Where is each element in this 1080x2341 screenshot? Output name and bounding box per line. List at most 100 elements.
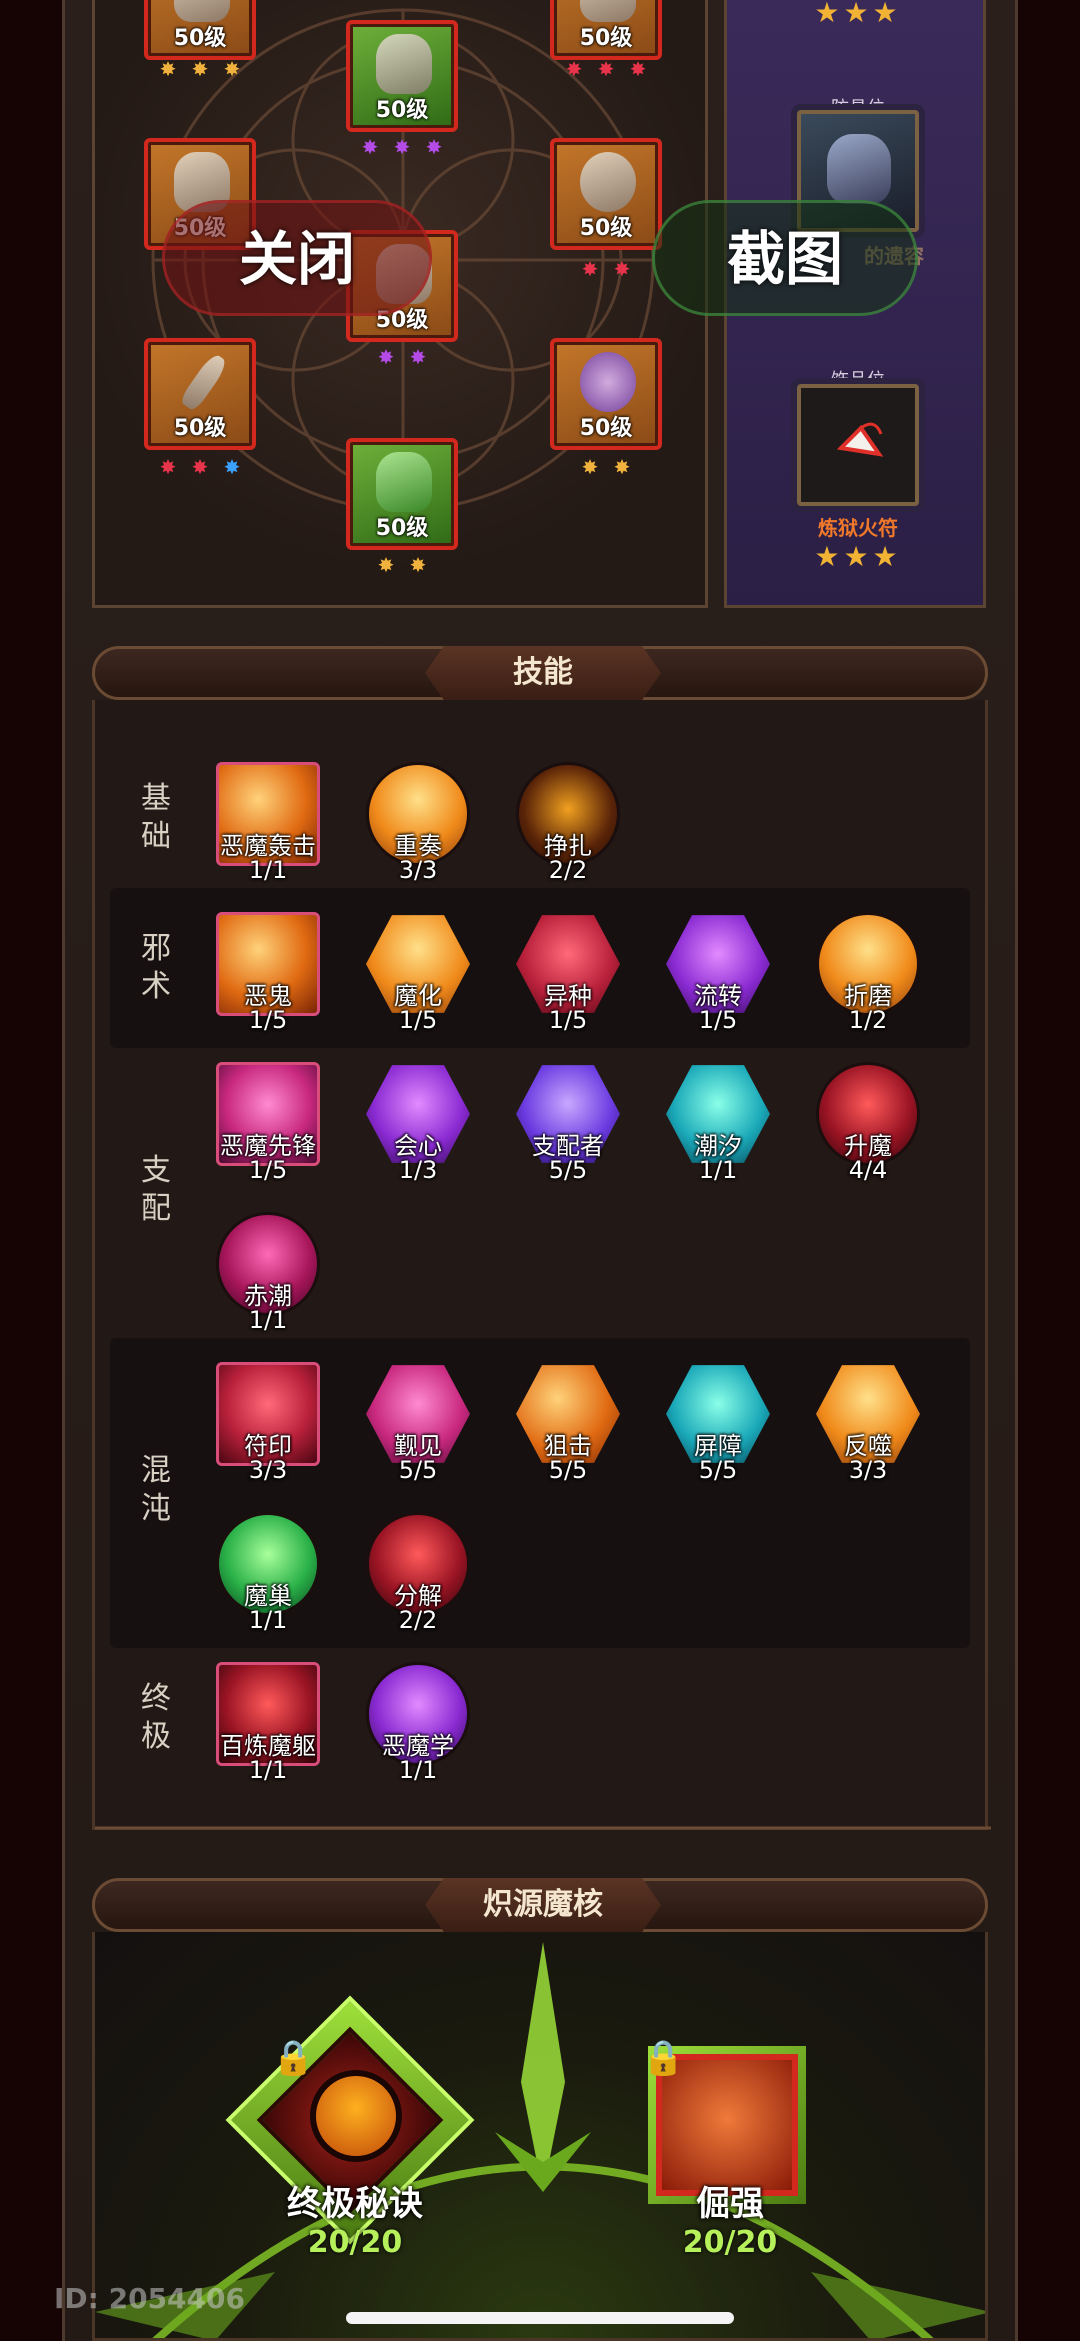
item-level: 50级 bbox=[375, 516, 429, 541]
skill-1-1[interactable]: 魔化 1/5 bbox=[356, 912, 476, 1042]
accessory-slot[interactable] bbox=[797, 384, 919, 506]
skill-4-1[interactable]: 恶魔学 1/1 bbox=[356, 1662, 476, 1792]
orb-icon bbox=[580, 352, 636, 412]
lock-icon: 🔒 bbox=[272, 2038, 315, 2078]
rating-stars: ★★★ bbox=[814, 540, 902, 573]
skill-1-3[interactable]: 流转 1/5 bbox=[656, 912, 776, 1042]
equipment-item-7[interactable]: 50级 bbox=[144, 338, 256, 450]
gem-row-2: ✸ ✸ ✸ bbox=[550, 56, 662, 86]
home-indicator[interactable] bbox=[346, 2312, 734, 2324]
core-node-count: 20/20 bbox=[307, 2225, 403, 2260]
gem-icon: ✸ bbox=[613, 257, 631, 281]
gem-icon: ✸ bbox=[425, 135, 443, 159]
skull-emblem-icon bbox=[316, 2076, 396, 2156]
talisman-icon bbox=[831, 414, 889, 472]
core-node-count: 20/20 bbox=[682, 2225, 778, 2260]
screenshot-button[interactable]: 截图 bbox=[652, 200, 918, 316]
skill-3-0[interactable]: 符印 3/3 bbox=[206, 1362, 326, 1492]
skill-count: 1/1 bbox=[248, 1756, 288, 1784]
skill-count: 3/3 bbox=[848, 1456, 888, 1484]
gem-row-3: ✸ ✸ ✸ bbox=[346, 134, 458, 164]
skill-1-0[interactable]: 恶鬼 1/5 bbox=[206, 912, 326, 1042]
core-decoration bbox=[95, 1942, 985, 2338]
skill-count: 1/5 bbox=[548, 1006, 588, 1034]
skill-2-5[interactable]: 赤潮 1/1 bbox=[206, 1212, 326, 1342]
skill-0-1[interactable]: 重奏 3/3 bbox=[356, 762, 476, 892]
skill-0-2[interactable]: 挣扎 2/2 bbox=[506, 762, 626, 892]
skill-3-1[interactable]: 觐见 5/5 bbox=[356, 1362, 476, 1492]
gem-row-7: ✸ ✸ ✸ bbox=[144, 454, 256, 484]
skill-3-5[interactable]: 魔巢 1/1 bbox=[206, 1512, 326, 1642]
skill-count: 1/1 bbox=[698, 1156, 738, 1184]
item-level: 50级 bbox=[173, 416, 227, 441]
gem-icon: ✸ bbox=[581, 455, 599, 479]
skill-3-6[interactable]: 分解 2/2 bbox=[356, 1512, 476, 1642]
accessory-slot-name: 炼狱火符 bbox=[818, 516, 898, 540]
close-button[interactable]: 关闭 bbox=[162, 200, 432, 316]
skill-2-4[interactable]: 升魔 4/4 bbox=[806, 1062, 926, 1192]
category-label-chaos: 混沌 bbox=[141, 1453, 171, 1526]
gem-row-9: ✸ ✸ bbox=[346, 552, 458, 582]
ring-icon bbox=[580, 152, 636, 212]
skill-4-0[interactable]: 百炼魔躯 1/1 bbox=[206, 1662, 326, 1792]
skill-count: 1/3 bbox=[398, 1156, 438, 1184]
skill-0-0[interactable]: 恶魔轰击 1/1 bbox=[206, 762, 326, 892]
skill-2-3[interactable]: 潮汐 1/1 bbox=[656, 1062, 776, 1192]
category-label-heresy: 邪术 bbox=[141, 931, 171, 1004]
core-node-stubborn: 倔强 20/20 bbox=[620, 2176, 840, 2260]
core-node-name: 终极秘诀 bbox=[287, 2184, 423, 2224]
equipment-item-5[interactable]: 50级 bbox=[550, 138, 662, 250]
boots-icon bbox=[376, 452, 432, 512]
gem-icon: ✸ bbox=[223, 57, 241, 81]
skill-count: 1/5 bbox=[248, 1006, 288, 1034]
relic-icon bbox=[827, 134, 891, 204]
equipment-item-8[interactable]: 50级 bbox=[550, 338, 662, 450]
skill-2-1[interactable]: 会心 1/3 bbox=[356, 1062, 476, 1192]
category-label-ultimate: 终极 bbox=[141, 1681, 171, 1754]
core-panel bbox=[92, 1932, 988, 2341]
skill-count: 1/5 bbox=[398, 1006, 438, 1034]
equipment-item-3[interactable]: 50级 bbox=[346, 20, 458, 132]
gem-icon: ✸ bbox=[361, 135, 379, 159]
equipment-item-1[interactable]: 50级 bbox=[144, 0, 256, 60]
item-level: 50级 bbox=[375, 98, 429, 123]
gem-row-1: ✸ ✸ ✸ bbox=[144, 56, 256, 86]
skill-count: 5/5 bbox=[398, 1456, 438, 1484]
skill-count: 5/5 bbox=[698, 1456, 738, 1484]
armor-icon bbox=[580, 0, 636, 22]
rating-stars: ★★★ bbox=[814, 0, 902, 29]
gem-icon: ✸ bbox=[223, 455, 241, 479]
weapon-icon bbox=[178, 351, 230, 413]
skill-1-4[interactable]: 折磨 1/2 bbox=[806, 912, 926, 1042]
skill-count: 1/2 bbox=[848, 1006, 888, 1034]
skill-count: 5/5 bbox=[548, 1156, 588, 1184]
lock-icon: 🔒 bbox=[642, 2038, 685, 2078]
skill-count: 1/1 bbox=[398, 1756, 438, 1784]
gem-icon: ✸ bbox=[377, 345, 395, 369]
gem-row-8: ✸ ✸ bbox=[550, 454, 662, 484]
skill-count: 1/5 bbox=[698, 1006, 738, 1034]
equipment-item-2[interactable]: 50级 bbox=[550, 0, 662, 60]
gem-icon: ✸ bbox=[159, 455, 177, 479]
skill-3-4[interactable]: 反噬 3/3 bbox=[806, 1362, 926, 1492]
skill-3-3[interactable]: 屏障 5/5 bbox=[656, 1362, 776, 1492]
gem-icon: ✸ bbox=[393, 135, 411, 159]
item-level: 50级 bbox=[173, 26, 227, 51]
equipment-item-9[interactable]: 50级 bbox=[346, 438, 458, 550]
gem-icon: ✸ bbox=[597, 57, 615, 81]
gem-icon: ✸ bbox=[613, 455, 631, 479]
category-label-basic: 基础 bbox=[141, 781, 171, 854]
gem-icon: ✸ bbox=[565, 57, 583, 81]
gem-icon: ✸ bbox=[409, 553, 427, 577]
skill-2-0[interactable]: 恶魔先锋 1/5 bbox=[206, 1062, 326, 1192]
skill-count: 3/3 bbox=[398, 856, 438, 884]
skills-header: 技能 bbox=[92, 646, 988, 700]
core-header: 炽源魔核 bbox=[92, 1878, 988, 1932]
skill-3-2[interactable]: 狙击 5/5 bbox=[506, 1362, 626, 1492]
skill-1-2[interactable]: 异种 1/5 bbox=[506, 912, 626, 1042]
shoulder-icon bbox=[376, 34, 432, 94]
item-level: 50级 bbox=[579, 26, 633, 51]
category-label-dominate: 支配 bbox=[141, 1153, 171, 1226]
skill-2-2[interactable]: 支配者 5/5 bbox=[506, 1062, 626, 1192]
player-id-watermark: ID: 2054406 bbox=[54, 2282, 245, 2315]
